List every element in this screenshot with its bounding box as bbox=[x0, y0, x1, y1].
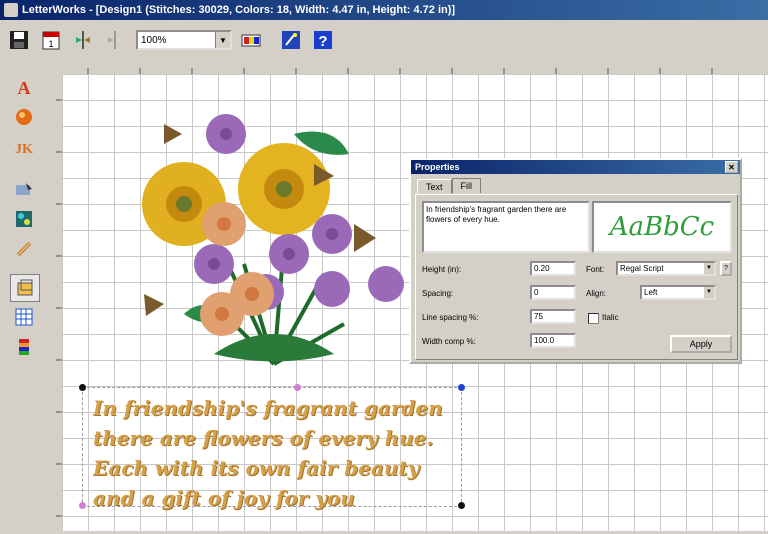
mirror-disabled-icon[interactable] bbox=[102, 27, 128, 53]
width-comp-label: Width comp %: bbox=[422, 337, 476, 346]
lettering-line: Each with its own fair beauty bbox=[93, 456, 420, 480]
motif-icon[interactable] bbox=[10, 206, 38, 232]
font-label: Font: bbox=[586, 265, 605, 274]
svg-text:JK: JK bbox=[15, 142, 33, 157]
flower-bouquet-design[interactable] bbox=[124, 114, 424, 374]
italic-label: Italic bbox=[602, 313, 619, 322]
spacing-label: Spacing: bbox=[422, 289, 454, 298]
align-label: Align: bbox=[586, 289, 607, 298]
app-icon bbox=[4, 3, 18, 17]
lettering-line: In friendship's fragrant garden bbox=[93, 396, 443, 420]
chevron-down-icon[interactable]: ▼ bbox=[215, 32, 230, 48]
height-label: Height (in): bbox=[422, 265, 462, 274]
mirror-icon[interactable] bbox=[70, 27, 96, 53]
help-icon[interactable]: ? bbox=[310, 27, 336, 53]
line-spacing-field[interactable]: 75 bbox=[530, 309, 576, 324]
apply-button[interactable]: Apply bbox=[670, 335, 732, 353]
wizard-icon[interactable] bbox=[278, 27, 304, 53]
svg-text:A: A bbox=[18, 78, 31, 97]
svg-text:?: ? bbox=[318, 33, 327, 50]
align-select[interactable]: Left ▼ bbox=[640, 285, 716, 300]
text-input[interactable]: In friendship's fragrant garden there ar… bbox=[422, 201, 590, 253]
calendar-icon[interactable]: 1 bbox=[38, 27, 64, 53]
frame-icon[interactable] bbox=[10, 274, 40, 302]
tool-palette: A JK bbox=[0, 60, 49, 531]
lettering-line: and a gift of joy for you bbox=[93, 486, 355, 510]
font-value: Regal Script bbox=[620, 264, 664, 273]
font-select[interactable]: Regal Script ▼ bbox=[616, 261, 716, 276]
svg-text:1: 1 bbox=[48, 39, 53, 49]
vertical-ruler bbox=[48, 74, 63, 531]
tab-text[interactable]: Text bbox=[417, 179, 452, 194]
align-value: Left bbox=[644, 288, 658, 297]
height-field[interactable]: 0.20 bbox=[530, 261, 576, 276]
horizontal-ruler bbox=[48, 60, 768, 75]
width-comp-field[interactable]: 100.0 bbox=[530, 333, 576, 348]
dialog-tabs: Text Fill bbox=[417, 178, 482, 194]
close-icon[interactable]: ✕ bbox=[725, 161, 738, 173]
color-sequence-icon[interactable] bbox=[10, 334, 38, 360]
chevron-down-icon[interactable]: ▼ bbox=[704, 287, 714, 298]
main-toolbar: 1 100% ▼ ? bbox=[0, 20, 768, 61]
line-spacing-label: Line spacing %: bbox=[422, 313, 479, 322]
selection-handle[interactable] bbox=[79, 502, 86, 509]
tab-panel: In friendship's fragrant garden there ar… bbox=[415, 194, 738, 360]
color-palette-icon[interactable] bbox=[238, 27, 264, 53]
font-preview: AaBbCc bbox=[592, 201, 732, 253]
font-info-button[interactable]: ? bbox=[720, 261, 732, 276]
save-icon[interactable] bbox=[6, 27, 32, 53]
chevron-down-icon[interactable]: ▼ bbox=[704, 263, 714, 274]
lettering-line: there are flowers of every hue. bbox=[93, 426, 434, 450]
spacing-field[interactable]: 0 bbox=[530, 285, 576, 300]
selection-handle[interactable] bbox=[458, 502, 465, 509]
appliqué-icon[interactable] bbox=[10, 104, 38, 130]
window-title: LetterWorks - [Design1 (Stitches: 30029,… bbox=[22, 4, 456, 16]
zoom-select[interactable]: 100% ▼ bbox=[136, 30, 232, 50]
zoom-value: 100% bbox=[141, 34, 167, 46]
selection-handle[interactable] bbox=[79, 384, 86, 391]
tab-fill[interactable]: Fill bbox=[451, 178, 482, 193]
monogram-icon[interactable]: JK bbox=[10, 134, 38, 160]
italic-checkbox[interactable] bbox=[588, 313, 599, 324]
lettering-tool-icon[interactable]: A bbox=[10, 74, 38, 100]
select-tool-icon[interactable] bbox=[10, 176, 38, 202]
title-bar: LetterWorks - [Design1 (Stitches: 30029,… bbox=[0, 0, 768, 20]
selection-handle[interactable] bbox=[458, 384, 465, 391]
grid-icon[interactable] bbox=[10, 304, 38, 330]
stitch-tool-icon[interactable] bbox=[10, 236, 38, 262]
dialog-title-bar[interactable]: Properties ✕ bbox=[411, 160, 740, 174]
dialog-title: Properties bbox=[415, 162, 460, 172]
selection-handle[interactable] bbox=[294, 384, 301, 391]
embroidered-lettering[interactable]: In friendship's fragrant garden there ar… bbox=[82, 387, 462, 510]
properties-dialog: Properties ✕ Text Fill In friendship's f… bbox=[409, 158, 742, 364]
